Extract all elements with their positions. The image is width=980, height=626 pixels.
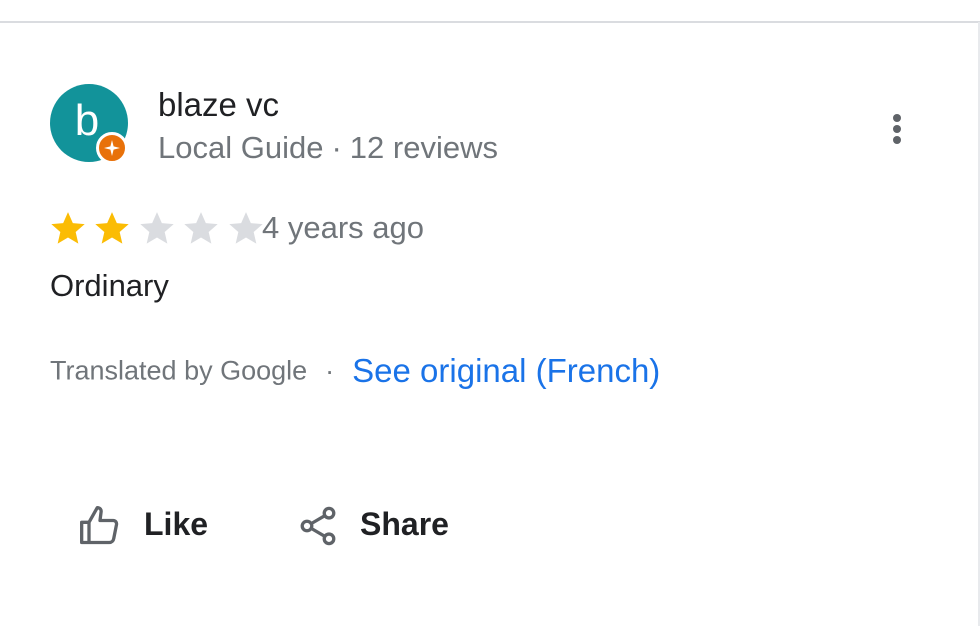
star-icon	[51, 212, 85, 244]
review-text: Ordinary	[50, 268, 169, 303]
star-icon	[95, 212, 130, 244]
top-divider	[0, 21, 980, 23]
translated-by-label: Translated by Google	[50, 355, 308, 386]
reviews-count: 12 reviews	[349, 130, 498, 165]
share-label: Share	[360, 506, 449, 542]
thumb-up-icon	[80, 506, 119, 545]
more-vert-icon	[893, 114, 901, 122]
translation-separator: ·	[325, 355, 335, 386]
review-time: 4 years ago	[262, 210, 424, 245]
see-original-link[interactable]: See original (French)	[352, 352, 660, 389]
more-vert-dot	[893, 136, 901, 144]
star-rating	[48, 208, 266, 252]
translation-line: Translated by Google · See original (Frenc…	[50, 352, 660, 396]
reviewer-name[interactable]: blaze vc	[158, 86, 279, 124]
star-icon	[140, 212, 174, 244]
share-icon	[300, 506, 336, 546]
meta-separator: ·	[331, 130, 342, 165]
local-guide-label: Local Guide	[158, 130, 324, 165]
reviewer-meta: Local Guide · 12 reviews	[158, 130, 498, 166]
star-icon	[184, 212, 219, 244]
star-icon	[229, 212, 263, 244]
more-options-button[interactable]	[876, 108, 918, 150]
like-label: Like	[144, 506, 209, 542]
more-vert-dot	[893, 125, 901, 133]
review-card: b blaze vc Local Guide · 12 reviews 4 year…	[0, 0, 980, 626]
local-guide-star-icon	[96, 132, 128, 164]
